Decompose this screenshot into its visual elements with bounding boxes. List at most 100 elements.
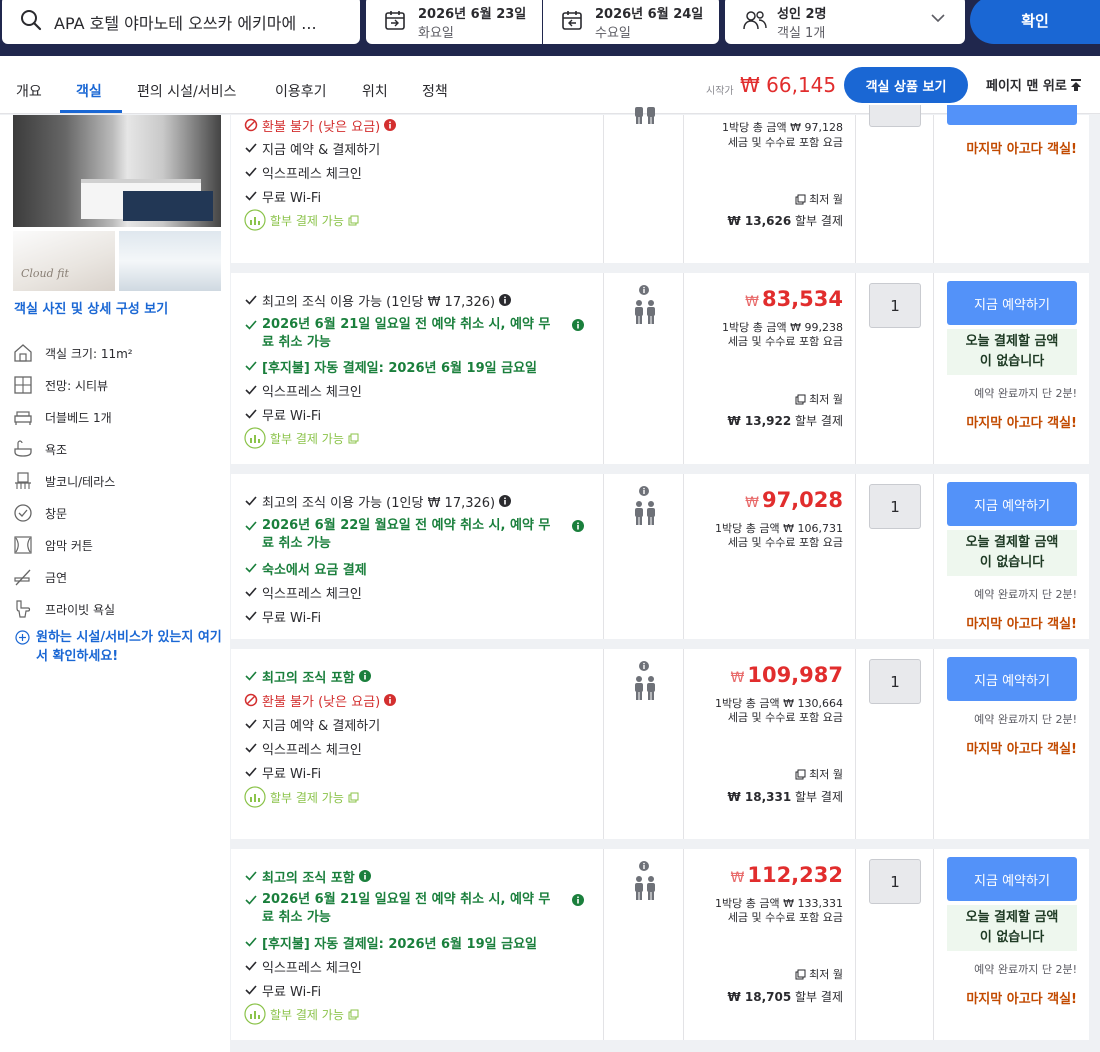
book-now-button[interactable]: 지금 예약하기 <box>947 482 1077 526</box>
installment-link[interactable]: 할부 결제 가능 <box>244 427 359 449</box>
monthly-installment: ₩ 18,331 할부 결제 <box>727 788 843 805</box>
cloud-fit-logo: Cloud fit <box>21 267 69 280</box>
info-green-icon[interactable] <box>572 520 584 532</box>
offer-booking: 지금 예약하기 오늘 결제할 금액 이 없습니다 예약 완료까지 단 2분! 마… <box>934 849 1089 1040</box>
monthly-amount: ₩ 18,705 <box>727 990 792 1004</box>
back-to-top-label: 페이지 맨 위로 <box>986 79 1067 94</box>
lowest-monthly-label[interactable]: 최저 월 <box>795 391 843 407</box>
info-red-icon[interactable] <box>384 119 397 131</box>
lowest-monthly-label[interactable]: 최저 월 <box>795 191 843 207</box>
check-icon <box>245 719 257 729</box>
price-amount: 83,534 <box>761 287 843 311</box>
feature-wifi: 무료 Wi-Fi <box>244 763 321 782</box>
feature-express-checkin: 익스프레스 체크인 <box>244 739 362 758</box>
info-green-icon[interactable] <box>572 319 584 331</box>
book-now-button[interactable]: 지금 예약하기 <box>947 281 1077 325</box>
balcony-icon <box>15 472 31 489</box>
amenity-blackout-curtain: 암막 커튼 <box>13 534 93 556</box>
installment-link[interactable]: 할부 결제 가능 <box>244 209 359 231</box>
info-small-icon[interactable] <box>639 861 649 871</box>
price-from: ₩ 66,145 <box>740 73 837 97</box>
offer-features: 최고의 조식 포함 환불 불가 (낮은 요금) 지금 예약 & 결제하기 익스프… <box>231 649 604 839</box>
people-icon <box>743 11 767 30</box>
tab-policies[interactable]: 정책 <box>422 81 448 101</box>
lowest-monthly-label[interactable]: 최저 월 <box>795 766 843 782</box>
feature-text: [후지불] 자동 결제일: 2026년 6월 19일 금요일 <box>262 937 537 952</box>
installment-icon <box>244 209 266 231</box>
price-tax-note: 세금 및 수수료 포함 요금 <box>727 911 843 924</box>
check-green-icon <box>245 563 257 573</box>
info-green-icon[interactable] <box>358 870 371 882</box>
offer-occupancy <box>604 107 684 263</box>
feature-free-cancellation: 2026년 6월 21일 일요일 전 예약 취소 시, 예약 무료 취소 가능 <box>244 891 584 927</box>
tab-reviews[interactable]: 이용후기 <box>275 81 327 101</box>
info-green-icon[interactable] <box>572 894 584 906</box>
feature-text: 지금 예약 & 결제하기 <box>262 719 381 734</box>
check-icon <box>245 496 257 506</box>
room-gallery-link[interactable]: 객실 사진 및 상세 구성 보기 <box>14 298 168 317</box>
room-main-photo[interactable] <box>13 115 221 227</box>
back-to-top-link[interactable]: 페이지 맨 위로 <box>986 75 1082 94</box>
feature-text: 환불 불가 (낮은 요금) <box>262 120 381 135</box>
info-icon[interactable] <box>499 294 512 306</box>
book-now-button[interactable]: 지금 예약하기 <box>947 657 1077 701</box>
installment-icon <box>244 786 266 808</box>
checkin-field[interactable]: 2026년 6월 23일 화요일 <box>366 0 542 44</box>
info-red-icon[interactable] <box>384 694 397 706</box>
offer-price-value: ₩112,232 <box>731 863 844 887</box>
quantity-select[interactable]: 1 <box>869 859 921 904</box>
booking-time-note: 예약 완료까지 단 2분! <box>974 713 1077 726</box>
tab-overview[interactable]: 개요 <box>16 81 42 101</box>
pay-nothing-today: 오늘 결제할 금액 이 없습니다 <box>947 329 1077 375</box>
check-icon <box>245 143 257 153</box>
destination-field[interactable]: APA 호텔 야마노테 오쓰카 에키마에 ... <box>2 0 360 44</box>
occupancy-field[interactable]: 성인 2명 객실 1개 <box>725 0 965 44</box>
amenity-label: 암막 커튼 <box>45 538 93 553</box>
info-small-icon[interactable] <box>639 661 649 671</box>
amenity-label: 발코니/테라스 <box>45 474 116 489</box>
checkout-field[interactable]: 2026년 6월 24일 수요일 <box>543 0 719 44</box>
more-amenities-link[interactable]: 원하는 시설/서비스가 있는지 여기서 확인하세요! <box>15 628 226 666</box>
room-thumbnail-mattress[interactable]: Cloud fit <box>13 231 115 291</box>
lowest-monthly-label[interactable]: 최저 월 <box>795 966 843 982</box>
info-small-icon[interactable] <box>639 486 649 496</box>
price-tax-note: 세금 및 수수료 포함 요금 <box>727 136 843 149</box>
check-green-icon <box>245 895 257 905</box>
installment-link[interactable]: 할부 결제 가능 <box>244 1003 359 1025</box>
offer-price: ₩83,534 1박당 총 금액 ₩ 99,238 세금 및 수수료 포함 요금… <box>684 273 856 464</box>
book-now-button[interactable] <box>947 105 1077 125</box>
quantity-select[interactable]: 1 <box>869 283 921 328</box>
offer-occupancy <box>604 273 684 464</box>
room-thumbnail-bathroom[interactable] <box>119 231 221 291</box>
check-icon <box>245 295 257 305</box>
feature-text: 익스프레스 체크인 <box>262 167 362 182</box>
feature-free-cancellation: 2026년 6월 22일 월요일 전 예약 취소 시, 예약 무료 취소 가능 <box>244 517 584 553</box>
feature-text: 익스프레스 체크인 <box>262 743 362 758</box>
tab-rooms[interactable]: 객실 <box>76 81 102 101</box>
last-room-notice: 마지막 아고다 객실! <box>966 617 1077 632</box>
book-now-button[interactable]: 지금 예약하기 <box>947 857 1077 901</box>
tab-facilities[interactable]: 편의 시설/서비스 <box>137 81 236 101</box>
info-small-icon[interactable] <box>639 285 649 295</box>
feature-text: 익스프레스 체크인 <box>262 961 362 976</box>
check-icon <box>245 191 257 201</box>
check-icon <box>245 587 257 597</box>
quantity-select[interactable] <box>869 105 921 127</box>
last-room-notice: 마지막 아고다 객실! <box>966 992 1077 1007</box>
info-green-icon[interactable] <box>358 670 371 682</box>
quantity-select[interactable]: 1 <box>869 659 921 704</box>
feature-breakfast: 최고의 조식 이용 가능 (1인당 ₩ 17,326) <box>244 291 512 310</box>
feature-breakfast: 최고의 조식 이용 가능 (1인당 ₩ 17,326) <box>244 492 512 511</box>
price-amount: 97,028 <box>761 488 843 512</box>
installment-icon <box>244 427 266 449</box>
view-rooms-button[interactable]: 객실 상품 보기 <box>844 67 968 103</box>
info-icon[interactable] <box>499 495 512 507</box>
installment-link[interactable]: 할부 결제 가능 <box>244 786 359 808</box>
price-tax-note: 세금 및 수수료 포함 요금 <box>727 335 843 348</box>
feature-pay-later: [후지불] 자동 결제일: 2026년 6월 19일 금요일 <box>244 357 537 376</box>
tab-location[interactable]: 위치 <box>362 81 388 101</box>
price-tax-note: 세금 및 수수료 포함 요금 <box>727 711 843 724</box>
quantity-select[interactable]: 1 <box>869 484 921 529</box>
confirm-button[interactable]: 확인 <box>970 0 1100 44</box>
curtain-icon <box>14 536 32 554</box>
